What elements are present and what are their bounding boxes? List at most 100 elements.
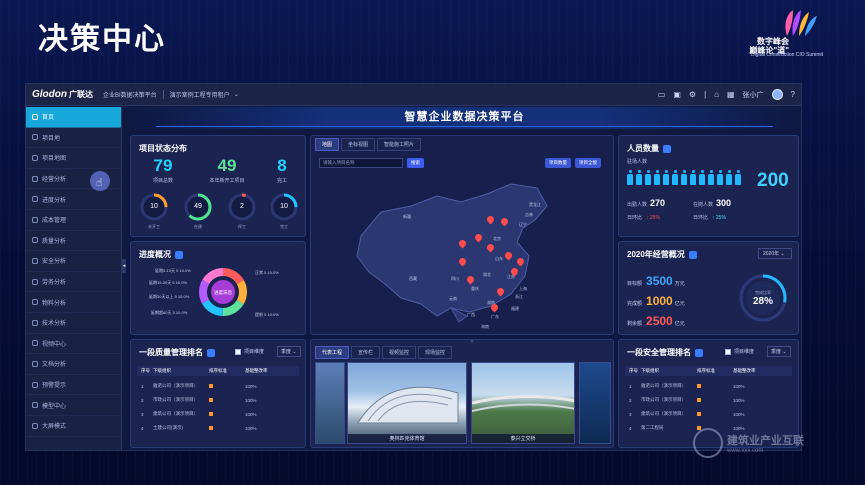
photo-thumb-left[interactable]: [315, 362, 345, 444]
sidebar-item[interactable]: 视频中心: [26, 334, 121, 355]
year-select[interactable]: 2020年 ⌄: [758, 248, 792, 259]
project-pin[interactable]: [511, 268, 518, 277]
person-icon: [645, 170, 651, 186]
project-pin[interactable]: [505, 252, 512, 261]
table-row[interactable]: 3 建筑公司（演示项目） 100%: [625, 408, 792, 420]
period-select[interactable]: 季度 ⌄: [277, 346, 301, 357]
screen-icon: [32, 422, 38, 429]
ring-value: 49: [194, 203, 202, 210]
tab-video[interactable]: 视频监控: [382, 346, 417, 359]
person-icon: [636, 170, 642, 186]
project-pin[interactable]: [517, 258, 524, 267]
sidebar-item[interactable]: 进度分析: [26, 189, 121, 210]
dashboard-title: 智慧企业数据决策平台: [404, 111, 525, 123]
project-pin[interactable]: [487, 244, 494, 253]
sidebar: 首页 项目地 项目地图 经营分析 进度分析 成本管理 质量分析 安全分析 劳务分…: [26, 107, 122, 450]
ring-label: 在建: [194, 224, 202, 229]
table-row[interactable]: 4 土建公司(演示) 100%: [137, 422, 299, 434]
tab-photos[interactable]: 智能施工照片: [377, 138, 422, 151]
watermark-logo-icon: [693, 428, 723, 458]
sidebar-item[interactable]: 模型中心: [26, 395, 121, 416]
tab-projects[interactable]: 代表工程: [315, 346, 350, 359]
project-pin[interactable]: [459, 258, 466, 267]
photo-stadium[interactable]: 奥林匹克体育馆: [347, 362, 467, 444]
ops-complete: 完成额 1000 亿元: [627, 294, 685, 308]
tab-site[interactable]: 现场监控: [418, 346, 453, 359]
tech-icon: [32, 319, 38, 326]
system-name: 企业BI数据决策平台: [103, 93, 157, 99]
sidebar-item[interactable]: 预警提示: [26, 375, 121, 396]
dimension-toggle[interactable]: 项目维度: [725, 348, 754, 355]
progress-icon: [32, 196, 38, 203]
table-row[interactable]: 1 雅诺公司（演示项目） 100%: [137, 380, 299, 392]
photo-thumb-right[interactable]: [579, 362, 611, 444]
sidebar-item[interactable]: 安全分析: [26, 251, 121, 272]
tenant-selector[interactable]: 演示案例工程专用租户: [170, 90, 230, 99]
tab-promo[interactable]: 宣传栏: [351, 346, 381, 359]
search-button[interactable]: 搜索: [407, 158, 424, 168]
table-row[interactable]: 2 市政公司（演示项目） 100%: [625, 394, 792, 406]
onsite-count: 在岗人数 300: [693, 198, 732, 208]
period-select[interactable]: 季度 ⌄: [767, 346, 791, 357]
hand-pointer-icon: ☝: [96, 177, 103, 189]
window-icon[interactable]: ▣: [673, 90, 681, 99]
person-icon: [627, 170, 633, 186]
project-pin[interactable]: [487, 216, 494, 225]
media-tabs: 代表工程 宣传栏 视频监控 现场监控: [315, 346, 453, 359]
project-pin[interactable]: [501, 218, 508, 227]
photo-bridge[interactable]: 泰兴立交桥: [471, 362, 575, 444]
info-icon[interactable]: [663, 144, 671, 153]
folder-icon: [32, 134, 38, 141]
project-pin[interactable]: [497, 288, 504, 297]
project-pin[interactable]: [467, 276, 474, 285]
info-icon[interactable]: [175, 250, 183, 259]
sidebar-item[interactable]: 项目地: [26, 128, 121, 149]
quality-icon: [32, 237, 38, 244]
cost-icon: [32, 216, 38, 223]
monitor-icon[interactable]: ▭: [658, 90, 666, 99]
info-icon[interactable]: [207, 348, 215, 357]
sidebar-item[interactable]: 大屏模式: [26, 416, 121, 437]
user-name[interactable]: 张小广: [743, 90, 764, 100]
donut-center-label: 进度滞后: [214, 289, 232, 296]
info-icon[interactable]: [688, 250, 697, 259]
project-pin[interactable]: [491, 304, 498, 313]
chevron-down-icon[interactable]: ⌄: [234, 91, 239, 98]
project-search-input[interactable]: 请输入项目名称: [319, 158, 403, 168]
table-row[interactable]: 2 市政公司（演示项目） 100%: [137, 394, 299, 406]
glodon-logo[interactable]: Glodon: [32, 89, 67, 100]
ops-target: 目标额 3500 万元: [627, 274, 685, 288]
project-pin[interactable]: [475, 234, 482, 243]
table-row[interactable]: 3 建筑公司（演示项目） 100%: [137, 408, 299, 420]
project-count-button[interactable]: 项目数量: [545, 158, 571, 168]
china-map[interactable]: [341, 176, 581, 326]
sidebar-item[interactable]: 劳务分析: [26, 272, 121, 293]
ring-value: 2: [240, 203, 244, 210]
photo-spacer: [471, 340, 473, 342]
person-icon: [654, 170, 660, 186]
dimension-toggle[interactable]: 项目维度: [235, 348, 264, 355]
sidebar-item[interactable]: 成本管理: [26, 210, 121, 231]
project-status-panel: 项目状态分布 79 项目总数 49 本年新开工项目 8 完工 10 未开工 49 在建…: [130, 135, 306, 237]
home-icon[interactable]: ⌂: [714, 90, 719, 99]
sidebar-item[interactable]: 质量分析: [26, 231, 121, 252]
quality-rank-panel: 一段质量管理排名 项目维度 季度 ⌄ 序号 下级组织 排序标准 基础整改率 1雅…: [130, 339, 306, 448]
project-overview-button[interactable]: 项目全貌: [575, 158, 601, 168]
table-row[interactable]: 1 雅诺公司（演示项目） 100%: [625, 380, 792, 392]
checkbox[interactable]: [725, 348, 731, 355]
checkbox[interactable]: [235, 348, 241, 355]
avatar[interactable]: [771, 89, 783, 100]
sidebar-item[interactable]: 项目地图: [26, 148, 121, 169]
help-icon[interactable]: ?: [791, 90, 795, 99]
sidebar-item[interactable]: 技术分析: [26, 313, 121, 334]
project-pin[interactable]: [459, 240, 466, 249]
info-icon[interactable]: [695, 348, 703, 357]
sidebar-item-home[interactable]: 首页: [26, 107, 121, 128]
settings-icon[interactable]: ⚙: [689, 90, 696, 99]
sidebar-item[interactable]: 文档分析: [26, 354, 121, 375]
tab-coordinates[interactable]: 坐标视图: [341, 138, 376, 151]
grid-icon[interactable]: ▦: [727, 90, 735, 99]
progress-panel: 进度概况 进度滞后 延期0-15天 5 10.0% 延期15-30天 5 10.…: [130, 241, 306, 335]
tab-map[interactable]: 地图: [315, 138, 340, 151]
sidebar-item[interactable]: 物料分析: [26, 292, 121, 313]
